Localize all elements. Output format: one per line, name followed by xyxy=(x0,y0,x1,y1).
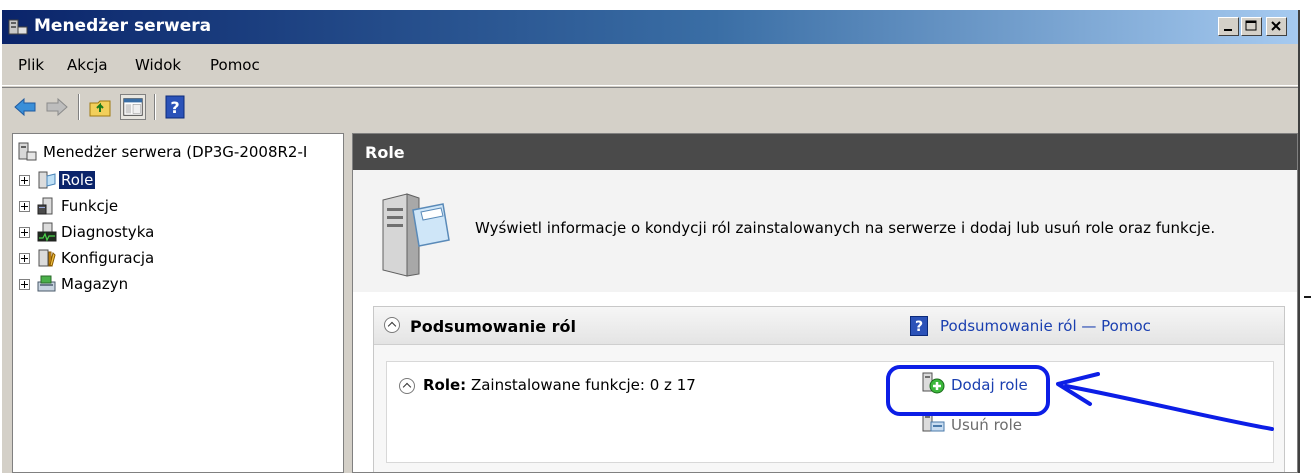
expand-icon[interactable] xyxy=(19,279,30,290)
tree-item-label: Magazyn xyxy=(61,275,129,293)
expand-icon[interactable] xyxy=(19,253,30,264)
maximize-icon xyxy=(1245,20,1257,31)
intro-section: Wyświetl informacje o kondycji ról zains… xyxy=(353,170,1297,292)
menu-pomoc[interactable]: Pomoc xyxy=(210,56,260,74)
document-background xyxy=(0,0,1311,10)
details-pane: Role Wyświetl informacje o kondycji ról … xyxy=(352,133,1298,473)
tree-item-label: Diagnostyka xyxy=(61,223,155,241)
document-margin xyxy=(1302,10,1311,473)
maximize-button[interactable] xyxy=(1241,17,1262,36)
installed-roles-count: Zainstalowane funkcje: 0 z 17 xyxy=(470,376,696,394)
forward-arrow-icon[interactable] xyxy=(44,94,70,120)
navigation-tree-pane: Menedżer serwera (DP3G-2008R2-I Role Fun… xyxy=(12,133,344,473)
tree-item-label: Konfiguracja xyxy=(61,249,155,267)
roles-summary-header: Podsumowanie ról ? Podsumowanie ról — Po… xyxy=(374,307,1284,345)
add-roles-icon xyxy=(922,372,945,394)
intro-description: Wyświetl informacje o kondycji ról zains… xyxy=(475,219,1216,237)
configuration-icon xyxy=(38,249,56,267)
menu-akcja[interactable]: Akcja xyxy=(67,56,108,74)
diagnostics-icon xyxy=(37,222,57,242)
tree-item-konfiguracja[interactable]: Konfiguracja xyxy=(19,248,339,270)
pane-header: Role xyxy=(353,134,1297,170)
minimize-icon xyxy=(1224,29,1232,31)
roles-subsection: Role: Zainstalowane funkcje: 0 z 17 Doda… xyxy=(386,361,1274,463)
expand-icon[interactable] xyxy=(19,227,30,238)
menu-widok[interactable]: Widok xyxy=(135,56,181,74)
roles-status: Role: Zainstalowane funkcje: 0 z 17 xyxy=(423,376,696,394)
back-arrow-icon[interactable] xyxy=(12,94,38,120)
tree-item-diagnostyka[interactable]: Diagnostyka xyxy=(19,222,339,244)
expand-icon[interactable] xyxy=(19,201,30,212)
features-icon xyxy=(37,197,53,215)
server-manager-app-icon xyxy=(8,19,28,35)
roles-summary-help-link[interactable]: Podsumowanie ról — Pomoc xyxy=(940,317,1151,335)
tree-root-label: Menedżer serwera (DP3G-2008R2-I xyxy=(43,143,308,161)
tree-item-label: Role xyxy=(59,171,96,189)
collapse-roles-button[interactable] xyxy=(399,378,415,394)
server-roles-large-icon xyxy=(382,193,450,277)
menu-bar: Plik Akcja Widok Pomoc xyxy=(2,44,1298,86)
up-folder-icon[interactable] xyxy=(88,94,114,120)
add-roles-link[interactable]: Dodaj role xyxy=(951,376,1028,394)
roles-summary-title: Podsumowanie ról xyxy=(410,317,576,336)
close-icon xyxy=(1271,21,1281,31)
title-bar[interactable]: Menedżer serwera xyxy=(2,10,1298,44)
pane-title: Role xyxy=(365,143,405,162)
roles-icon xyxy=(38,171,56,189)
toolbar: ? xyxy=(2,87,1298,127)
toolbar-separator xyxy=(78,94,80,120)
tree-item-label: Funkcje xyxy=(61,197,119,215)
remove-roles-link[interactable]: Usuń role xyxy=(951,416,1022,434)
server-manager-icon xyxy=(18,142,37,161)
svg-text:?: ? xyxy=(170,98,179,117)
roles-summary-panel: Podsumowanie ról ? Podsumowanie ról — Po… xyxy=(373,306,1285,472)
expand-icon[interactable] xyxy=(19,175,30,186)
remove-roles-icon xyxy=(922,412,945,432)
toolbar-separator xyxy=(154,94,156,120)
tree-item-magazyn[interactable]: Magazyn xyxy=(19,274,339,296)
collapse-summary-button[interactable] xyxy=(384,317,400,333)
help-icon[interactable]: ? xyxy=(162,94,188,120)
storage-icon xyxy=(37,275,56,292)
menu-plik[interactable]: Plik xyxy=(18,56,44,74)
window-title: Menedżer serwera xyxy=(34,16,212,36)
server-manager-window: Menedżer serwera Plik Akcja Widok Pomoc xyxy=(0,10,1300,473)
minimize-button[interactable] xyxy=(1218,17,1239,36)
tree-item-funkcje[interactable]: Funkcje xyxy=(19,196,339,218)
margin-dash xyxy=(1304,296,1311,298)
roles-label: Role: xyxy=(423,376,467,394)
close-button[interactable] xyxy=(1266,17,1287,36)
tree-item-role[interactable]: Role xyxy=(19,170,339,192)
help-icon: ? xyxy=(910,316,928,336)
show-hide-tree-icon[interactable] xyxy=(120,94,146,120)
